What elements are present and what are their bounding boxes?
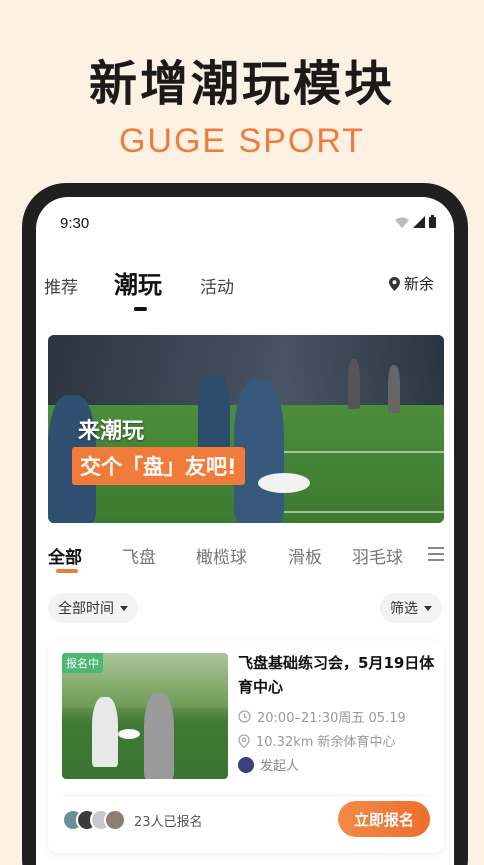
wifi-icon <box>395 217 409 228</box>
filter-label: 筛选 <box>390 601 418 617</box>
signal-icon <box>413 216 425 228</box>
status-icons <box>395 215 436 228</box>
filter-row: 全部时间 筛选 <box>36 593 454 625</box>
avatar <box>104 809 126 831</box>
category-indicator <box>56 569 78 573</box>
signup-button[interactable]: 立即报名 <box>338 801 430 837</box>
tab-recommend[interactable]: 推荐 <box>44 273 78 298</box>
battery-icon <box>429 215 436 228</box>
category-frisbee[interactable]: 飞盘 <box>122 543 156 568</box>
tab-activities[interactable]: 活动 <box>200 273 234 298</box>
clock-icon <box>238 710 251 723</box>
app-screen: 9:30 推荐 潮玩 活动 新余 来潮玩 交个「盘」友吧! 全部 飞盘 橄榄球 … <box>36 197 454 865</box>
signup-count: 23人已报名 <box>134 815 203 830</box>
promo-headline: 新增潮玩模块 <box>88 56 395 112</box>
player-figure <box>92 697 118 767</box>
caret-down-icon <box>120 605 128 611</box>
location-label: 新余 <box>403 275 434 293</box>
event-title: 飞盘基础练习会，5月19日体育中心 <box>238 654 435 696</box>
event-organizer[interactable]: 发起人 <box>238 755 299 774</box>
location-selector[interactable]: 新余 <box>388 273 434 294</box>
time-filter-dropdown[interactable]: 全部时间 <box>48 593 138 623</box>
time-filter-label: 全部时间 <box>58 601 114 617</box>
category-menu-icon[interactable] <box>428 547 444 565</box>
player-figure <box>348 359 360 409</box>
banner-subtitle: 交个「盘」友吧! <box>72 447 245 485</box>
category-tabs: 全部 飞盘 橄榄球 滑板 羽毛球 <box>36 543 454 575</box>
card-divider <box>62 795 430 796</box>
status-badge: 报名中 <box>62 653 103 673</box>
player-figure <box>388 365 400 413</box>
frisbee <box>258 473 310 493</box>
banner-title: 来潮玩 <box>78 419 145 444</box>
category-badminton[interactable]: 羽毛球 <box>352 543 412 568</box>
category-all[interactable]: 全部 <box>48 543 82 568</box>
caret-down-icon <box>424 605 432 611</box>
event-card[interactable]: 报名中 飞盘基础练习会，5月19日体育中心 20:00–21:30周五 05.1… <box>48 641 444 853</box>
location-pin-icon <box>388 276 400 291</box>
promo-banner[interactable]: 来潮玩 交个「盘」友吧! <box>48 335 444 523</box>
frisbee <box>118 729 140 739</box>
status-time: 9:30 <box>60 215 90 232</box>
event-time: 20:00–21:30周五 05.19 <box>238 707 406 726</box>
category-skateboard[interactable]: 滑板 <box>288 543 322 568</box>
player-figure <box>144 693 174 779</box>
participant-avatars <box>62 809 126 831</box>
promo-subline: GUGE SPORT <box>118 122 366 160</box>
location-pin-icon <box>238 733 250 748</box>
tab-indicator <box>134 307 147 311</box>
category-rugby[interactable]: 橄榄球 <box>196 543 247 568</box>
organizer-avatar <box>238 756 254 773</box>
player-figure <box>198 375 230 455</box>
event-location: 10.32km 新余体育中心 <box>238 731 396 750</box>
tab-trendy[interactable]: 潮玩 <box>114 265 162 300</box>
filter-dropdown[interactable]: 筛选 <box>380 593 442 623</box>
